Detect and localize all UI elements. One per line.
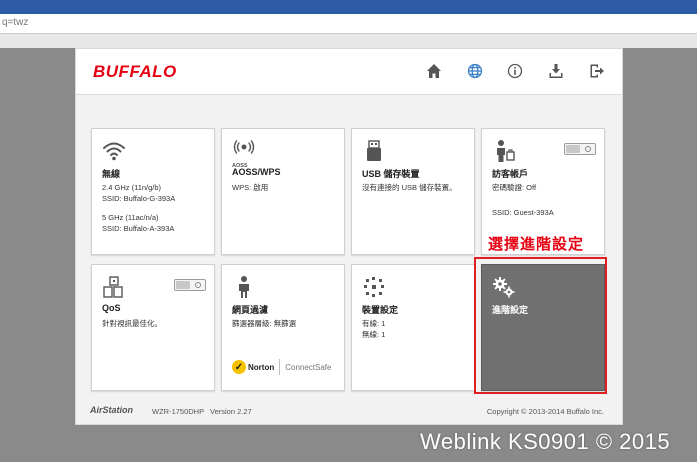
status-line: SSID: Buffalo-A-393A bbox=[102, 224, 175, 233]
tile-device-settings[interactable]: 裝置設定 有線: 1 無線: 1 bbox=[351, 264, 475, 391]
tile-status: 針對視訊最佳化。 bbox=[102, 318, 162, 329]
annotation-label: 選擇進階設定 bbox=[488, 235, 585, 253]
toggle-knob bbox=[176, 281, 190, 289]
status-line: 沒有連接的 USB 儲存裝置。 bbox=[362, 183, 457, 192]
tile-status: 篩選器層級: 無篩選 bbox=[232, 318, 296, 329]
tile-qos[interactable]: QoS 針對視訊最佳化。 bbox=[91, 264, 215, 391]
tile-title: 無線 bbox=[102, 169, 121, 179]
tile-wireless[interactable]: 無線 2.4 GHz (11n/g/b) SSID: Buffalo-G-393… bbox=[91, 128, 215, 255]
firmware-version: Version 2.27 bbox=[210, 407, 252, 416]
browser-toolbar-strip bbox=[0, 34, 697, 48]
watermark: Weblink KS0901 © 2015 bbox=[420, 429, 671, 454]
norton-connectsafe-logo: ✓ Norton ConnectSafe bbox=[232, 356, 336, 378]
tile-status: 2.4 GHz (11n/g/b) SSID: Buffalo-G-393A 5… bbox=[102, 182, 175, 234]
status-line: 針對視訊最佳化。 bbox=[102, 319, 162, 328]
toggle-knob bbox=[566, 145, 580, 153]
tile-status: 有線: 1 無線: 1 bbox=[362, 318, 385, 340]
status-line bbox=[492, 193, 554, 207]
status-line: 密碼驗證: Off bbox=[492, 183, 537, 192]
toggle-off-indicator bbox=[195, 282, 201, 288]
status-line: 2.4 GHz (11n/g/b) bbox=[102, 183, 162, 192]
tile-title: 網頁過濾 bbox=[232, 305, 269, 315]
qos-icon bbox=[102, 275, 126, 301]
model-number: WZR-1750DHP bbox=[152, 407, 205, 416]
status-line: 篩選器層級: 無篩選 bbox=[232, 319, 297, 328]
tile-status: 密碼驗證: Off SSID: Guest-393A bbox=[492, 182, 554, 218]
usb-icon bbox=[362, 139, 386, 165]
status-line: 有線: 1 bbox=[362, 319, 386, 328]
devices-icon bbox=[362, 275, 386, 301]
norton-check-icon: ✓ bbox=[232, 360, 246, 374]
status-line: 無線: 1 bbox=[362, 330, 386, 339]
norton-brand: Norton bbox=[248, 362, 275, 372]
buffalo-logo: BUFFALO bbox=[93, 62, 177, 81]
info-icon[interactable] bbox=[506, 62, 524, 80]
airstation-logo: AirStation bbox=[90, 405, 134, 415]
wifi-icon bbox=[102, 139, 126, 165]
status-line: SSID: Buffalo-G-393A bbox=[102, 194, 176, 203]
globe-icon[interactable] bbox=[466, 62, 484, 80]
tile-title: AOSS/WPS bbox=[232, 167, 281, 177]
toggle-off-indicator bbox=[585, 146, 591, 152]
guest-user-icon bbox=[492, 139, 516, 165]
url-text[interactable]: q=twz bbox=[2, 17, 28, 28]
header: BUFFALO bbox=[76, 49, 622, 95]
home-icon[interactable] bbox=[425, 62, 443, 80]
logo-divider bbox=[279, 359, 281, 375]
status-line: SSID: Guest-393A bbox=[492, 208, 554, 217]
tile-title: USB 儲存裝置 bbox=[362, 169, 420, 179]
copyright: Copyright © 2013-2014 Buffalo Inc. bbox=[486, 407, 604, 416]
logout-icon[interactable] bbox=[588, 62, 606, 80]
tile-aoss-wps[interactable]: AOSS AOSS/WPS WPS: 啟用 bbox=[221, 128, 345, 255]
tile-status: WPS: 啟用 bbox=[232, 182, 268, 193]
download-icon[interactable] bbox=[547, 62, 565, 80]
norton-product: ConnectSafe bbox=[285, 362, 332, 372]
tile-title: 訪客帳戶 bbox=[492, 169, 529, 179]
status-line bbox=[102, 204, 175, 212]
tile-title: QoS bbox=[102, 303, 121, 313]
aoss-icon: AOSS bbox=[232, 139, 256, 169]
annotation-highlight-box bbox=[474, 257, 607, 394]
status-line: WPS: 啟用 bbox=[232, 183, 269, 192]
tile-web-filter[interactable]: 網頁過濾 篩選器層級: 無篩選 ✓ Norton ConnectSafe bbox=[221, 264, 345, 391]
qos-toggle-switch[interactable] bbox=[174, 279, 206, 291]
tile-usb-storage[interactable]: USB 儲存裝置 沒有連接的 USB 儲存裝置。 bbox=[351, 128, 475, 255]
guest-toggle-switch[interactable] bbox=[564, 143, 596, 155]
browser-title-bar bbox=[0, 0, 697, 14]
tile-title: 裝置設定 bbox=[362, 305, 399, 315]
person-filter-icon bbox=[232, 275, 256, 301]
status-line: 5 GHz (11ac/n/a) bbox=[102, 213, 159, 222]
url-bar[interactable]: q=twz bbox=[0, 14, 697, 34]
tile-status: 沒有連接的 USB 儲存裝置。 bbox=[362, 182, 457, 193]
